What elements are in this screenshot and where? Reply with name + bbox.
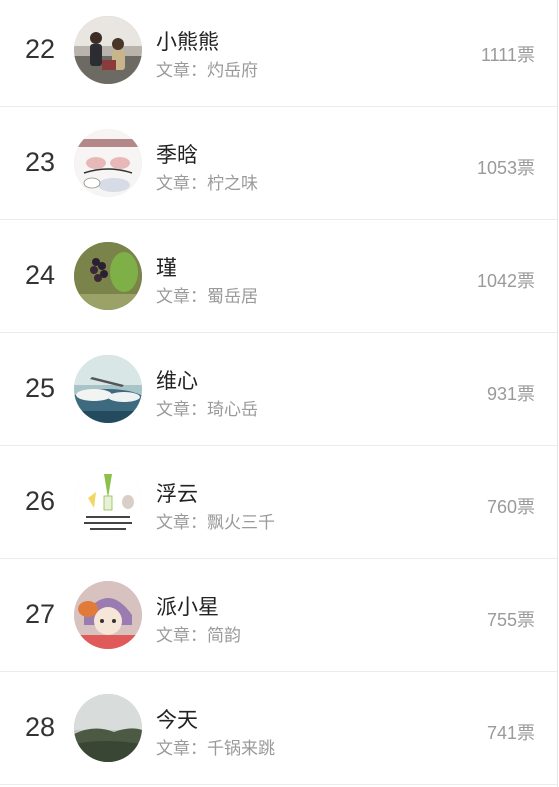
article-title[interactable]: 千锅来跳 [207,739,275,759]
user-name[interactable]: 瑾 [156,252,177,282]
user-name[interactable]: 浮云 [156,478,198,508]
ranking-row[interactable]: 25 维心 文章：琦心岳 931票 [0,333,557,446]
berries-plant-avatar[interactable] [74,242,142,310]
article-prefix: 文章： [156,61,207,81]
vote-count: 755票 [486,610,535,630]
article-line: 文章：琦心岳 [156,395,258,420]
vote-count: 1053票 [476,158,535,178]
rank-number: 24 [25,260,56,290]
article-prefix: 文章： [156,174,207,194]
ranking-row[interactable]: 23 季晗 文章：柠之味 1053票 [0,107,557,220]
rank-number: 27 [25,599,56,629]
ranking-row[interactable]: 27 派小星 文章：简韵 755票 [0,559,557,672]
ranking-row[interactable]: 26 浮云 文章：飘火三千 760票 [0,446,557,559]
sky-plane-avatar[interactable] [74,355,142,423]
article-prefix: 文章： [156,739,207,759]
user-name[interactable]: 今天 [156,704,198,734]
rank-number: 28 [25,712,56,742]
article-title[interactable]: 蜀岳居 [207,287,258,307]
article-line: 文章：灼岳府 [156,56,258,81]
rank-number: 25 [25,373,56,403]
vegetable-sticker-avatar[interactable] [74,468,142,536]
anime-girl-avatar[interactable] [74,581,142,649]
vote-count: 760票 [486,497,535,517]
ranking-row[interactable]: 24 瑾 文章：蜀岳居 1042票 [0,220,557,333]
article-prefix: 文章： [156,513,207,533]
article-line: 文章：飘火三千 [156,508,275,533]
article-title[interactable]: 琦心岳 [207,400,258,420]
group-photo-avatar[interactable] [74,16,142,84]
landscape-avatar[interactable] [74,694,142,762]
article-line: 文章：千锅来跳 [156,734,275,759]
cartoon-sticker-avatar[interactable] [74,129,142,197]
article-prefix: 文章： [156,626,207,646]
article-title[interactable]: 飘火三千 [207,513,275,533]
vote-count: 741票 [486,723,535,743]
ranking-list: 22 小熊熊 文章：灼岳府 1111票 23 季晗 文章：柠之味 1053票 2… [0,0,558,787]
article-line: 文章：简韵 [156,621,241,646]
vote-count: 1042票 [476,271,535,291]
user-name[interactable]: 小熊熊 [156,26,219,56]
user-name[interactable]: 维心 [156,365,198,395]
article-title[interactable]: 简韵 [207,626,241,646]
ranking-row[interactable]: 22 小熊熊 文章：灼岳府 1111票 [0,0,557,107]
rank-number: 23 [25,147,56,177]
article-prefix: 文章： [156,400,207,420]
rank-number: 22 [25,34,56,64]
article-prefix: 文章： [156,287,207,307]
article-title[interactable]: 柠之味 [207,174,258,194]
article-title[interactable]: 灼岳府 [207,61,258,81]
vote-count: 931票 [486,384,535,404]
user-name[interactable]: 季晗 [156,139,198,169]
article-line: 文章：柠之味 [156,169,258,194]
ranking-row[interactable]: 28 今天 文章：千锅来跳 741票 [0,672,557,785]
rank-number: 26 [25,486,56,516]
article-line: 文章：蜀岳居 [156,282,258,307]
user-name[interactable]: 派小星 [156,591,219,621]
vote-count: 1111票 [480,45,535,65]
